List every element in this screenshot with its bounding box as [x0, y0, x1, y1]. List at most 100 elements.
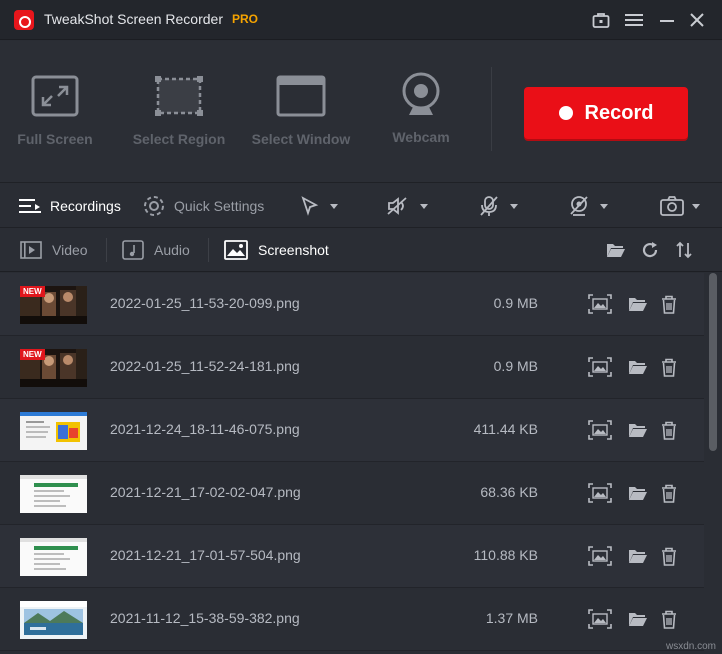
mode-label: Webcam [392, 129, 450, 145]
webcam-icon [402, 72, 440, 115]
sort-button[interactable] [673, 238, 695, 262]
mode-label: Full Screen [17, 131, 93, 147]
delete-button[interactable] [657, 545, 681, 567]
new-badge: NEW [20, 286, 45, 297]
recordings-button[interactable]: Recordings [18, 184, 121, 228]
file-size: 0.9 MB [493, 295, 538, 311]
table-row[interactable]: 2021-11-12_15-38-59-382.png 1.37 MB [0, 588, 704, 651]
screenshot-thumbnail[interactable] [20, 538, 87, 576]
screenshot-thumbnail[interactable] [20, 475, 87, 513]
screenshot-thumbnail[interactable]: NEW [20, 349, 87, 387]
image-preview-icon [588, 609, 612, 629]
image-preview-icon [588, 483, 612, 503]
quick-settings-button[interactable]: Quick Settings [142, 184, 264, 228]
recordings-icon [19, 199, 41, 213]
table-row[interactable]: NEW 2022-01-25_11-52-24-181.png 0.9 MB [0, 336, 704, 399]
table-row[interactable]: NEW 2022-01-25_11-53-20-099.png 0.9 MB [0, 273, 704, 336]
menu-icon[interactable] [622, 8, 646, 32]
refresh-button[interactable] [639, 238, 661, 262]
mode-label: Select Window [251, 131, 351, 147]
record-button[interactable]: Record [524, 87, 688, 139]
chevron-down-icon [330, 203, 338, 209]
preview-button[interactable] [588, 293, 612, 315]
file-name: 2021-12-24_18-11-46-075.png [110, 421, 300, 437]
table-row[interactable]: 2021-12-24_18-11-46-075.png 411.44 KB [0, 399, 704, 462]
tab-label: Video [52, 242, 88, 258]
media-tabs: Video Audio Screenshot [0, 228, 722, 272]
screenshot-thumbnail[interactable] [20, 412, 87, 450]
open-folder-button[interactable] [605, 238, 627, 262]
full-screen-mode[interactable]: Full Screen [0, 75, 110, 147]
record-label: Record [584, 101, 654, 124]
trash-icon [662, 484, 676, 503]
file-name: 2022-01-25_11-52-24-181.png [110, 358, 300, 374]
fullscreen-icon [31, 75, 79, 117]
chevron-down-icon [420, 203, 428, 209]
select-window-mode[interactable]: Select Window [246, 75, 356, 147]
select-region-mode[interactable]: Select Region [124, 75, 234, 147]
close-icon[interactable] [685, 8, 709, 32]
tab-divider [106, 238, 107, 262]
title-bar: TweakShot Screen Recorder PRO [0, 0, 722, 40]
open-folder-button[interactable] [626, 419, 650, 441]
file-size: 0.9 MB [493, 358, 538, 374]
chevron-down-icon [510, 203, 518, 209]
capture-mode-bar: Full Screen Select Region Select Window … [0, 41, 722, 183]
toolbox-icon[interactable] [589, 8, 613, 32]
preview-button[interactable] [588, 482, 612, 504]
microphone-dropdown[interactable] [478, 184, 518, 228]
open-folder-button[interactable] [626, 293, 650, 315]
refresh-icon [642, 242, 658, 258]
folder-open-icon [629, 424, 647, 437]
table-row[interactable]: 2021-12-21_17-01-57-504.png 110.88 KB [0, 525, 704, 588]
folder-open-icon [607, 244, 625, 257]
quick-settings-label: Quick Settings [174, 198, 265, 214]
music-note-icon [122, 240, 144, 260]
file-size: 411.44 KB [473, 421, 538, 437]
preview-button[interactable] [588, 608, 612, 630]
webcam-dropdown[interactable] [568, 184, 608, 228]
trash-icon [662, 358, 676, 377]
minimize-icon[interactable] [655, 8, 679, 32]
tab-screenshot[interactable]: Screenshot [224, 228, 329, 272]
file-size: 1.37 MB [485, 610, 538, 626]
cursor-icon [301, 196, 319, 216]
open-folder-button[interactable] [626, 545, 650, 567]
tab-video[interactable]: Video [20, 228, 88, 272]
delete-button[interactable] [657, 419, 681, 441]
image-preview-icon [588, 546, 612, 566]
image-preview-icon [588, 420, 612, 440]
cursor-dropdown[interactable] [300, 184, 338, 228]
delete-button[interactable] [657, 293, 681, 315]
preview-button[interactable] [588, 545, 612, 567]
delete-button[interactable] [657, 608, 681, 630]
folder-open-icon [629, 298, 647, 311]
record-dot-icon [558, 106, 573, 120]
chevron-down-icon [600, 203, 608, 209]
pro-badge: PRO [232, 12, 259, 26]
tab-label: Audio [154, 242, 190, 258]
screenshot-dropdown[interactable] [660, 184, 700, 228]
tab-label: Screenshot [258, 242, 329, 258]
preview-button[interactable] [588, 356, 612, 378]
gear-icon [144, 196, 164, 216]
screenshot-thumbnail[interactable]: NEW [20, 286, 87, 324]
screenshot-thumbnail[interactable] [20, 601, 87, 639]
speaker-dropdown[interactable] [386, 184, 428, 228]
image-preview-icon [588, 294, 612, 314]
delete-button[interactable] [657, 482, 681, 504]
webcam-mode[interactable]: Webcam [366, 72, 476, 145]
delete-button[interactable] [657, 356, 681, 378]
folder-open-icon [629, 613, 647, 626]
trash-icon [662, 547, 676, 566]
table-row[interactable]: 2021-12-21_17-02-02-047.png 68.36 KB [0, 462, 704, 525]
scrollbar[interactable] [704, 273, 722, 654]
new-badge: NEW [20, 349, 45, 360]
open-folder-button[interactable] [626, 608, 650, 630]
file-name: 2021-12-21_17-02-02-047.png [110, 484, 301, 500]
open-folder-button[interactable] [626, 356, 650, 378]
preview-button[interactable] [588, 419, 612, 441]
open-folder-button[interactable] [626, 482, 650, 504]
tab-audio[interactable]: Audio [122, 228, 190, 272]
scrollbar-thumb[interactable] [709, 273, 717, 451]
